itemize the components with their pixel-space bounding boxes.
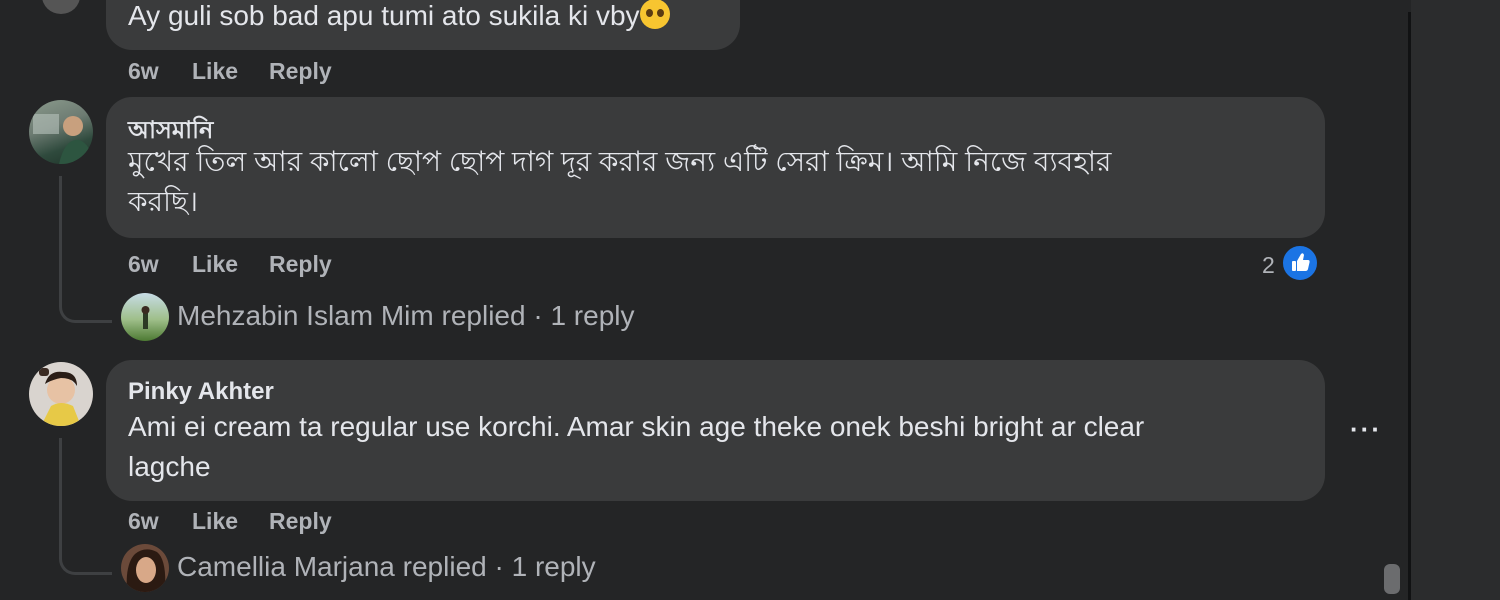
reply-count: replied · 1 reply — [402, 551, 596, 582]
thread-connector — [59, 290, 112, 323]
thread-line — [59, 438, 62, 556]
avatar-image — [39, 368, 81, 426]
comment-text-line: মুখের তিল আর কালো ছোপ ছোপ দাগ দূর করার জ… — [128, 146, 1112, 177]
reply-avatar[interactable] — [121, 544, 169, 592]
comment-actions: 6w Like Reply — [128, 58, 332, 85]
pleading-face-emoji-icon — [639, 0, 670, 29]
reply-count: replied · 1 reply — [441, 300, 635, 331]
comment-text-line: করছি। — [128, 186, 198, 217]
comment-text: Ay guli sob bad apu tumi ato sukila ki v… — [128, 0, 670, 36]
comments-panel: Ay guli sob bad apu tumi ato sukila ki v… — [0, 0, 1410, 600]
scrollbar-thumb[interactable] — [1384, 564, 1400, 594]
comment-actions: 6w Like Reply — [128, 251, 332, 278]
view-replies-link[interactable]: Camellia Marjana replied · 1 reply — [177, 551, 596, 583]
comment-actions: 6w Like Reply — [128, 508, 332, 535]
like-button[interactable]: Like — [192, 251, 269, 278]
thumbs-up-icon[interactable] — [1281, 244, 1319, 282]
comment-text-line: Ami ei cream ta regular use korchi. Amar… — [128, 411, 1145, 442]
reply-button[interactable]: Reply — [269, 251, 332, 278]
reply-button[interactable]: Reply — [269, 58, 332, 85]
avatar[interactable] — [42, 0, 80, 14]
comment-text-line: lagche — [128, 451, 211, 482]
comment-timestamp[interactable]: 6w — [128, 508, 192, 535]
like-button[interactable]: Like — [192, 58, 269, 85]
avatar[interactable] — [29, 362, 93, 426]
replier-name: Camellia Marjana — [177, 551, 395, 582]
thread-line — [59, 176, 62, 304]
avatar[interactable] — [29, 100, 93, 164]
replier-name: Mehzabin Islam Mim — [177, 300, 434, 331]
avatar-image — [33, 114, 93, 164]
reply-avatar[interactable] — [121, 293, 169, 341]
more-options-button[interactable]: ··· — [1350, 414, 1382, 445]
reply-button[interactable]: Reply — [269, 508, 332, 535]
like-button[interactable]: Like — [192, 508, 269, 535]
view-replies-link[interactable]: Mehzabin Islam Mim replied · 1 reply — [177, 300, 635, 332]
comment-timestamp[interactable]: 6w — [128, 58, 192, 85]
comment-author[interactable]: Pinky Akhter — [128, 378, 274, 406]
reaction-count[interactable]: 2 — [1262, 252, 1275, 279]
thread-connector — [59, 542, 112, 575]
comment-timestamp[interactable]: 6w — [128, 251, 192, 278]
page-background — [1411, 0, 1500, 600]
